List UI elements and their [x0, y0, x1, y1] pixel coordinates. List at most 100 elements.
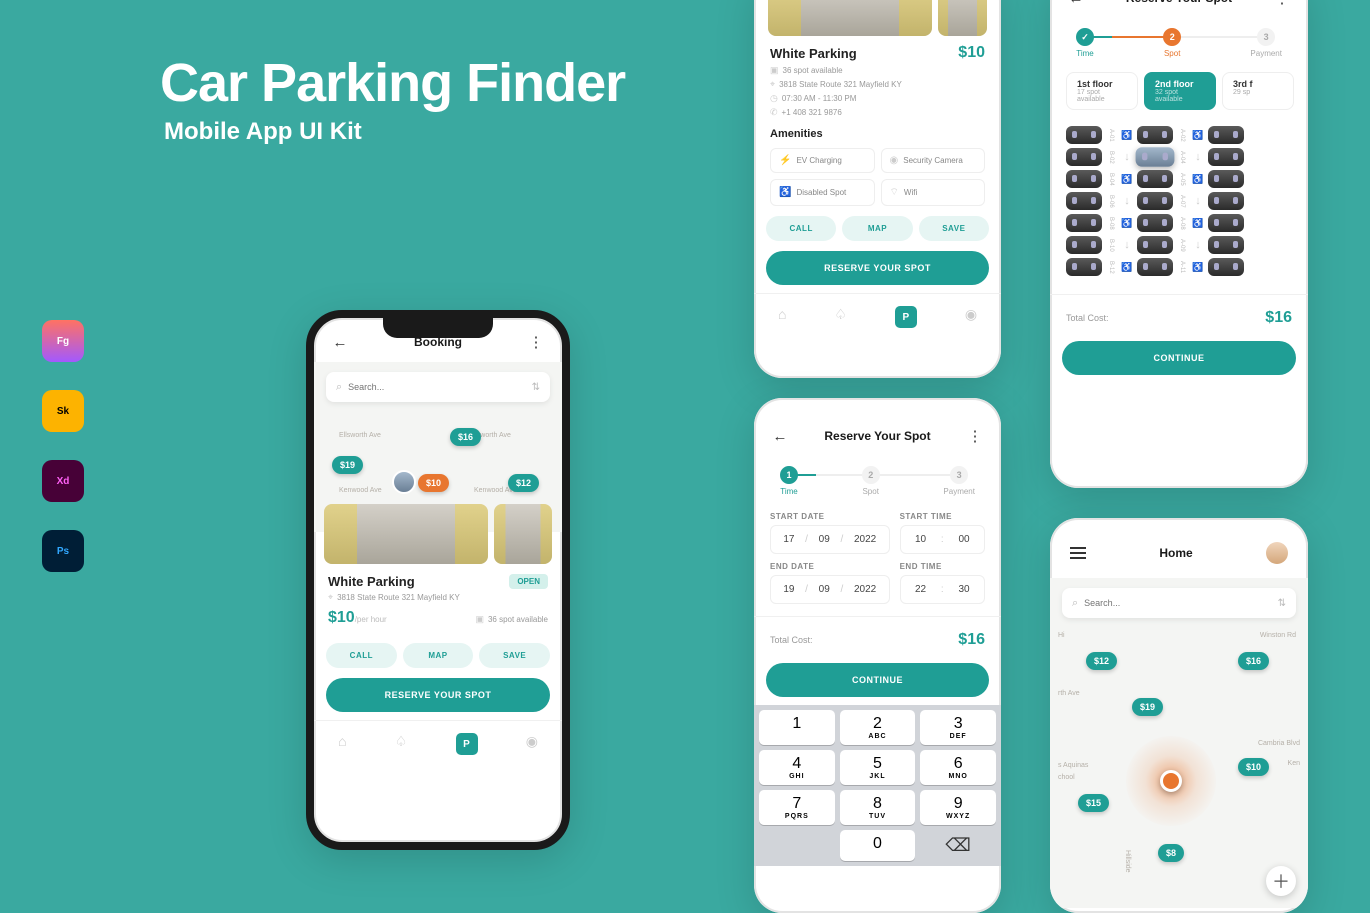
filter-icon[interactable]: ⇅	[532, 382, 540, 393]
spot-car[interactable]	[1137, 126, 1173, 144]
back-icon[interactable]: ←	[1066, 0, 1086, 8]
menu-icon[interactable]	[1070, 547, 1086, 559]
call-button[interactable]: CALL	[326, 643, 397, 668]
spot-car[interactable]	[1066, 148, 1102, 166]
phone-detail: White Parking $10 ▣36 spot available ⌖38…	[754, 0, 1001, 378]
parking-photo[interactable]	[938, 0, 987, 36]
wheelchair-icon: ♿	[1120, 214, 1134, 232]
step-2-active[interactable]: 2	[1163, 28, 1181, 46]
parking-photo[interactable]	[768, 0, 932, 36]
spot-car[interactable]	[1208, 192, 1244, 210]
spot-car[interactable]	[1208, 148, 1244, 166]
floor-tab-1[interactable]: 1st floor17 spot available	[1066, 72, 1138, 110]
key-6[interactable]: 6MNO	[920, 750, 996, 785]
key-2[interactable]: 2ABC	[840, 710, 916, 745]
ps-icon: Ps	[42, 530, 84, 572]
add-button[interactable]: ＋	[1266, 866, 1296, 896]
arrow-down-icon: ↓	[1120, 192, 1134, 210]
step-1-done[interactable]: ✓	[1076, 28, 1094, 46]
spot-car[interactable]	[1066, 170, 1102, 188]
spot-car[interactable]	[1208, 236, 1244, 254]
spot-car-selected[interactable]	[1136, 147, 1175, 166]
spot-car[interactable]	[1208, 214, 1244, 232]
search-bar[interactable]: ⌕ ⇅	[1062, 588, 1296, 618]
spot-car[interactable]	[1208, 126, 1244, 144]
key-5[interactable]: 5JKL	[840, 750, 916, 785]
spot-car[interactable]	[1137, 236, 1173, 254]
price-pin[interactable]: $10	[1238, 758, 1269, 776]
spot-car[interactable]	[1137, 192, 1173, 210]
parking-photo[interactable]	[494, 504, 552, 564]
back-icon[interactable]: ←	[770, 426, 790, 446]
nav-bell-icon[interactable]: ♤	[395, 733, 408, 755]
key-backspace[interactable]: ⌫	[920, 830, 996, 861]
more-icon[interactable]: ⋮	[1272, 0, 1292, 8]
reserve-button[interactable]: RESERVE YOUR SPOT	[326, 678, 550, 712]
wheelchair-icon: ♿	[1191, 170, 1205, 188]
search-input[interactable]	[348, 382, 525, 392]
price-pin[interactable]: $8	[1158, 844, 1184, 862]
nav-home-icon[interactable]: ⌂	[778, 306, 786, 328]
filter-icon[interactable]: ⇅	[1278, 598, 1286, 609]
key-9[interactable]: 9WXYZ	[920, 790, 996, 825]
spot-car[interactable]	[1066, 192, 1102, 210]
save-button[interactable]: SAVE	[919, 216, 989, 241]
back-icon[interactable]: ←	[330, 332, 350, 352]
key-3[interactable]: 3DEF	[920, 710, 996, 745]
step-2[interactable]: 2	[862, 466, 880, 484]
price-pin[interactable]: $15	[1078, 794, 1109, 812]
price-pin[interactable]: $16	[1238, 652, 1269, 670]
step-3[interactable]: 3	[1257, 28, 1275, 46]
spot-car[interactable]	[1066, 236, 1102, 254]
spot-car[interactable]	[1066, 126, 1102, 144]
key-8[interactable]: 8TUV	[840, 790, 916, 825]
start-time-input[interactable]: 10:00	[900, 525, 985, 554]
step-1[interactable]: 1	[780, 466, 798, 484]
nav-parking-icon[interactable]: P	[456, 733, 478, 755]
price-pin[interactable]: $12	[508, 474, 539, 492]
spot-car[interactable]	[1137, 258, 1173, 276]
key-0[interactable]: 0	[840, 830, 916, 861]
nav-bell-icon[interactable]: ♤	[834, 306, 847, 328]
more-icon[interactable]: ⋮	[965, 426, 985, 446]
search-input[interactable]	[1084, 598, 1271, 608]
call-button[interactable]: CALL	[766, 216, 836, 241]
price-pin-selected[interactable]: $10	[418, 474, 449, 492]
arrow-down-icon: ↓	[1191, 148, 1205, 166]
step-3[interactable]: 3	[950, 466, 968, 484]
spot-car[interactable]	[1137, 170, 1173, 188]
price-pin[interactable]: $19	[332, 456, 363, 474]
start-date-input[interactable]: 17/09/2022	[770, 525, 890, 554]
price-pin[interactable]: $19	[1132, 698, 1163, 716]
map-button[interactable]: MAP	[403, 643, 474, 668]
spot-car[interactable]	[1066, 258, 1102, 276]
nav-home-icon[interactable]: ⌂	[338, 733, 346, 755]
spot-car[interactable]	[1208, 258, 1244, 276]
wheelchair-icon: ♿	[1120, 258, 1134, 276]
price: $10	[328, 609, 355, 626]
more-icon[interactable]: ⋮	[526, 332, 546, 352]
spot-car[interactable]	[1137, 214, 1173, 232]
reserve-button[interactable]: RESERVE YOUR SPOT	[766, 251, 989, 285]
map-button[interactable]: MAP	[842, 216, 912, 241]
spot-car[interactable]	[1208, 170, 1244, 188]
search-bar[interactable]: ⌕ ⇅	[326, 372, 550, 402]
floor-tab-2[interactable]: 2nd floor32 spot available	[1144, 72, 1216, 110]
nav-profile-icon[interactable]: ◉	[965, 306, 977, 328]
nav-parking-icon[interactable]: P	[895, 306, 917, 328]
key-1[interactable]: 1	[759, 710, 835, 745]
price-pin[interactable]: $16	[450, 428, 481, 446]
end-date-input[interactable]: 19/09/2022	[770, 575, 890, 604]
price-pin[interactable]: $12	[1086, 652, 1117, 670]
end-time-input[interactable]: 22:30	[900, 575, 985, 604]
nav-profile-icon[interactable]: ◉	[526, 733, 538, 755]
avatar[interactable]	[1266, 542, 1288, 564]
continue-button[interactable]: CONTINUE	[1062, 341, 1296, 375]
spot-car[interactable]	[1066, 214, 1102, 232]
parking-photo[interactable]	[324, 504, 488, 564]
key-7[interactable]: 7PQRS	[759, 790, 835, 825]
floor-tab-3[interactable]: 3rd f29 sp	[1222, 72, 1294, 110]
continue-button[interactable]: CONTINUE	[766, 663, 989, 697]
key-4[interactable]: 4GHI	[759, 750, 835, 785]
save-button[interactable]: SAVE	[479, 643, 550, 668]
